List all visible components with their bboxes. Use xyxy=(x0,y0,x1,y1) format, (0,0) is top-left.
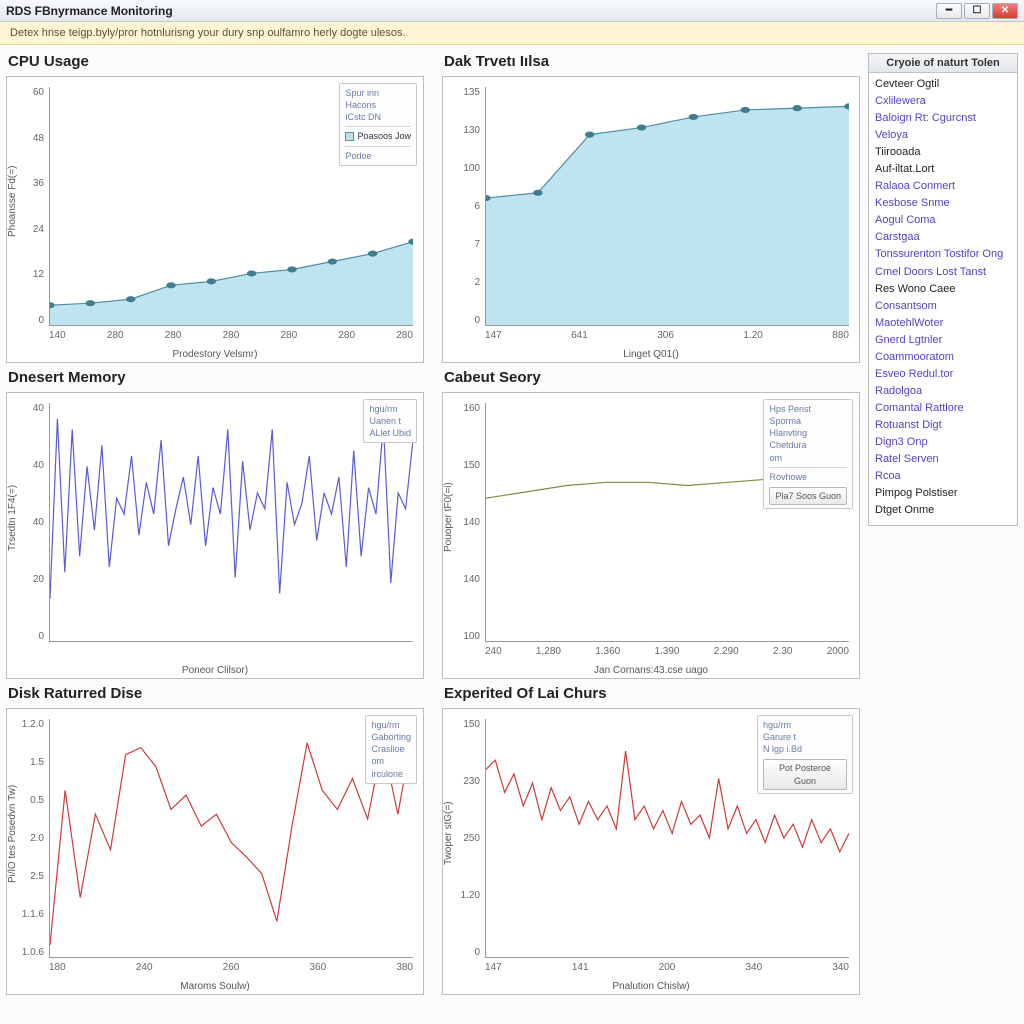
chart-xaxis xyxy=(49,646,413,660)
sidebar-item-3[interactable]: Veloya xyxy=(875,127,1011,144)
chart-panel-4: Disk Raturred Dise Pi/lO tes Posedvn Tw)1… xyxy=(6,685,424,995)
sidebar-item-5[interactable]: Auf-iltat.Lort xyxy=(875,161,1011,178)
chart-xlabel: Maroms Soulw) xyxy=(7,981,423,992)
sidebar-item-10[interactable]: Tonssurenton Tostifor Ong xyxy=(875,246,1011,263)
chart-xaxis: 2401,2801.3601.3902.2902.302000 xyxy=(485,646,849,660)
chart-yaxis: 160150140140100 xyxy=(443,403,483,642)
chart-plot[interactable]: Phoansse Fd(=)60483624120140280280280280… xyxy=(6,76,424,363)
sidebar-item-4[interactable]: Tiirooada xyxy=(875,144,1011,161)
sidebar-item-19[interactable]: Comantal Rattlore xyxy=(875,400,1011,417)
sidebar-item-7[interactable]: Kesbose Snme xyxy=(875,195,1011,212)
sidebar-item-20[interactable]: Rotuanst Digt xyxy=(875,417,1011,434)
info-banner-text: Detex hnse teigp.byly/pror hotnlurisng y… xyxy=(10,27,406,39)
window-title: RDS FBnyrmance Monitoring xyxy=(6,4,173,18)
chart-xaxis: 140280280280280280280 xyxy=(49,330,413,344)
chart-xaxis: 180240260360380 xyxy=(49,962,413,976)
sidebar-item-8[interactable]: Aogul Coma xyxy=(875,212,1011,229)
sidebar-item-12[interactable]: Res Wono Caee xyxy=(875,281,1011,298)
close-button[interactable]: ✕ xyxy=(992,3,1018,19)
sidebar-item-24[interactable]: Pimpog Polstiser xyxy=(875,485,1011,502)
sidebar-item-2[interactable]: Baloign Rt: Cgurcnst xyxy=(875,110,1011,127)
chart-xlabel: Poneor Clilsor) xyxy=(7,665,423,676)
sidebar-item-25[interactable]: Dtget Onme xyxy=(875,502,1011,519)
sidebar-item-9[interactable]: Carstgaa xyxy=(875,229,1011,246)
sidebar-item-21[interactable]: Dign3 Onp xyxy=(875,434,1011,451)
window-titlebar: RDS FBnyrmance Monitoring ━ ☐ ✕ xyxy=(0,0,1024,22)
minimize-button[interactable]: ━ xyxy=(936,3,962,19)
chart-title: Dak Trvetı Iılsa xyxy=(442,53,860,70)
chart-title: Disk Raturred Dise xyxy=(6,685,424,702)
sidebar-item-17[interactable]: Esveo Redul.tor xyxy=(875,366,1011,383)
chart-legend[interactable]: Hps PeristSpormaHlanvtingChetduraomRovho… xyxy=(763,399,853,509)
chart-legend[interactable]: hgu/rmUanen tALlet Ubid xyxy=(363,399,417,443)
sidebar-item-13[interactable]: Consantsom xyxy=(875,298,1011,315)
chart-plot[interactable]: Pouoper tF0(=i)1601501401401002401,2801.… xyxy=(442,392,860,679)
sidebar-header: Cryoie of naturt Tolen xyxy=(869,54,1017,73)
chart-yaxis: 1502302501.200 xyxy=(443,719,483,958)
chart-panel-3: Cabeut Seory Pouoper tF0(=i)1601501401401… xyxy=(442,369,860,679)
sidebar-item-6[interactable]: Ralaoa Conmert xyxy=(875,178,1011,195)
chart-legend[interactable]: hgu/rmGarure tN lgp i.BdPot Posteroe Guo… xyxy=(757,715,853,794)
sidebar-item-11[interactable]: Cmel Doors Lost Tanst xyxy=(875,264,1011,281)
chart-plot[interactable]: Trsedtn 1F4(=)404040200Poneor Clilsor)hg… xyxy=(6,392,424,679)
maximize-button[interactable]: ☐ xyxy=(964,3,990,19)
info-banner: Detex hnse teigp.byly/pror hotnlurisng y… xyxy=(0,22,1024,45)
chart-xlabel: Linget Q01() xyxy=(443,349,859,360)
sidebar-item-14[interactable]: MaotehlWoter xyxy=(875,315,1011,332)
sidebar-item-23[interactable]: Rcoa xyxy=(875,468,1011,485)
sidebar-item-0[interactable]: Cevteer Ogtil xyxy=(875,76,1011,93)
chart-plot[interactable]: Twoper stG(=)1502302501.2001471412003403… xyxy=(442,708,860,995)
chart-xlabel: Jan Cornans:43.cse uago xyxy=(443,665,859,676)
chart-yaxis: 404040200 xyxy=(7,403,47,642)
chart-legend[interactable]: hgu/rmGabortingCraslioeomirculone xyxy=(365,715,417,784)
chart-plot[interactable]: 13513010067201476413061.20880 Linget Q01(… xyxy=(442,76,860,363)
chart-yaxis: 1.2.01.50.52.02.51.1.61.0.6 xyxy=(7,719,47,958)
chart-xaxis: 147141200340340 xyxy=(485,962,849,976)
chart-yaxis: 60483624120 xyxy=(7,87,47,326)
sidebar-item-16[interactable]: Coammooratom xyxy=(875,349,1011,366)
sidebar-item-22[interactable]: Ratel Serven xyxy=(875,451,1011,468)
sidebar-item-18[interactable]: Radolgoa xyxy=(875,383,1011,400)
chart-title: Dnesert Memory xyxy=(6,369,424,386)
chart-panel-2: Dnesert MemoryTrsedtn 1F4(=)404040200Pon… xyxy=(6,369,424,679)
chart-title: CPU Usage xyxy=(6,53,424,70)
chart-action-button[interactable]: Pla7 Soos Guon xyxy=(769,487,847,505)
report-types-sidebar: Cryoie of naturt Tolen Cevteer OgtilCxli… xyxy=(866,45,1024,1021)
chart-plot[interactable]: Pi/lO tes Posedvn Tw)1.2.01.50.52.02.51.… xyxy=(6,708,424,995)
chart-action-button[interactable]: Pot Posteroe Guon xyxy=(763,759,847,789)
chart-panel-1: Dak Trvetı Iılsa 13513010067201476413061.… xyxy=(442,53,860,363)
chart-title: Cabeut Seory xyxy=(442,369,860,386)
chart-legend[interactable]: Spur innHaconsiCstc DNPoasoos JowPodoe xyxy=(339,83,417,166)
chart-title: Experited Of Lai Churs xyxy=(442,685,860,702)
chart-xlabel: Pnalution Chislw) xyxy=(443,981,859,992)
sidebar-item-15[interactable]: Gnerd Lgtnler xyxy=(875,332,1011,349)
sidebar-item-1[interactable]: Cxlilewera xyxy=(875,93,1011,110)
chart-xaxis: 1476413061.20880 xyxy=(485,330,849,344)
chart-yaxis: 1351301006720 xyxy=(443,87,483,326)
chart-panel-0: CPU Usage Phoansse Fd(=)60483624120140280… xyxy=(6,53,424,363)
chart-xlabel: Prodestory Velsmr) xyxy=(7,349,423,360)
chart-panel-5: Experited Of Lai Churs Twoper stG(=)15023… xyxy=(442,685,860,995)
